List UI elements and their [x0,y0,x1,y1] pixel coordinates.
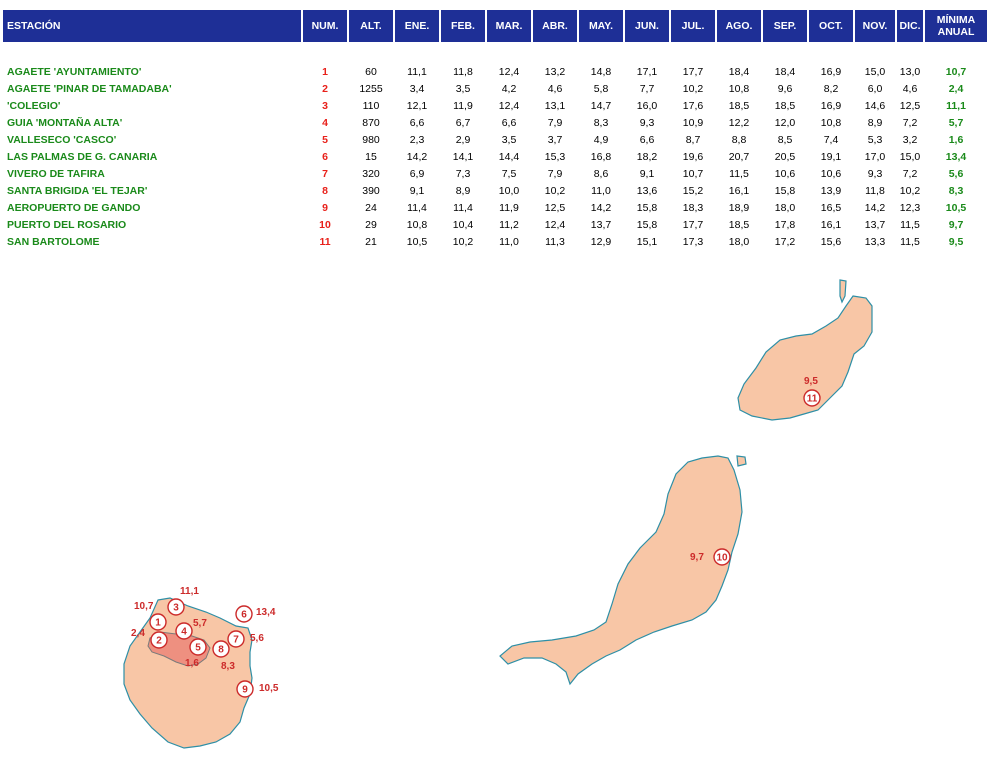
marker-number: 7 [233,635,239,646]
marker-number: 9 [242,685,248,696]
marker-value-label: 2,4 [131,628,145,639]
marker-number: 11 [807,394,818,405]
canary-islands-map: 110,722,4311,145,751,66 13,47 5,688,39 10,5… [123,279,873,749]
marker-value-label: 9,7 [690,552,704,563]
marker-value-label: 8,3 [221,661,235,672]
marker-value-label: 5,7 [193,618,207,629]
marker-number: 6 [241,610,247,621]
fuerteventura-island [499,455,747,686]
marker-number: 10 [716,553,728,564]
marker-number: 4 [181,627,187,638]
marker-number: 3 [173,603,179,614]
marker-value-label: 9,5 [804,376,818,387]
marker-number: 8 [218,645,224,656]
marker-number: 5 [195,643,201,654]
marker-value-label: 5,6 [250,633,264,644]
marker-value-label: 13,4 [256,607,276,618]
marker-number: 2 [156,636,162,647]
marker-value-label: 10,5 [259,683,279,694]
marker-value-label: 10,7 [134,601,154,612]
marker-number: 1 [155,618,161,629]
station-marker-6: 6 13,4 [235,605,276,623]
marker-value-label: 1,6 [185,658,199,669]
gran-canaria-island [123,597,253,749]
station-marker-9: 9 10,5 [236,680,279,698]
marker-value-label: 11,1 [180,586,199,597]
